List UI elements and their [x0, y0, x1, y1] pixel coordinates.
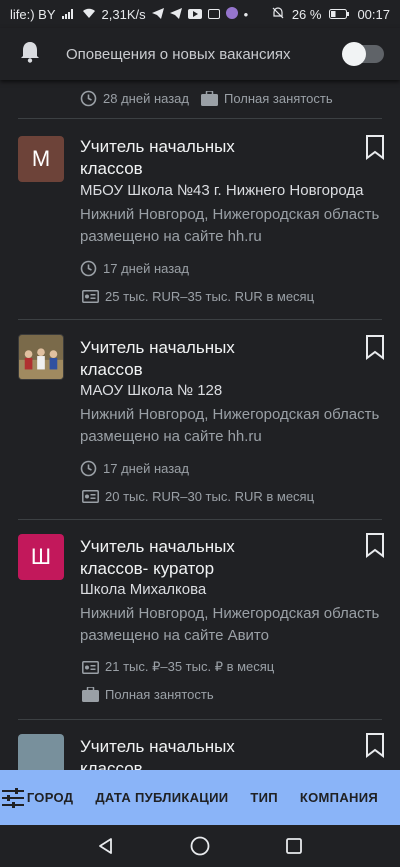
filter-city[interactable]: ГОРОД	[27, 790, 74, 805]
signal-icon	[61, 7, 76, 22]
salary: 20 тыс. RUR–30 тыс. RUR в месяц	[105, 489, 315, 504]
company-logo: М	[18, 136, 64, 182]
previous-item-meta: 28 дней назад Полная занятость	[80, 90, 333, 107]
posted-date: 17 дней назад	[103, 261, 189, 276]
posted-row: 17 дней назад	[80, 460, 189, 477]
job-title[interactable]: Учитель начальных классов	[80, 136, 340, 180]
filter-company[interactable]: КОМПАНИЯ	[300, 790, 378, 805]
status-bar: life:) BY 2,31K/s • 26 % 00:17	[0, 0, 400, 28]
telegram-icon-2	[169, 7, 182, 22]
bell-icon	[20, 41, 40, 68]
clock-icon	[80, 90, 97, 107]
mute-icon	[272, 6, 284, 22]
job-source: размещено на сайте Авито	[80, 627, 269, 644]
job-title-line: Учитель начальных	[80, 537, 235, 556]
job-list[interactable]: 28 дней назад Полная занятость М Учитель…	[0, 80, 400, 770]
filter-type[interactable]: ТИП	[250, 790, 278, 805]
job-location: Нижний Новгород, Нижегородская область	[80, 605, 380, 622]
employment-type: Полная занятость	[105, 687, 214, 702]
job-title-line: классов	[80, 360, 143, 379]
money-icon	[82, 660, 99, 674]
employment-type: Полная занятость	[223, 91, 333, 106]
company-logo: Ш	[18, 534, 64, 580]
youtube-icon	[187, 7, 202, 22]
network-speed: 2,31K/s	[101, 6, 146, 22]
bookmark-icon[interactable]	[364, 732, 386, 758]
bookmark-icon[interactable]	[364, 134, 386, 160]
salary-row: 25 тыс. RUR–35 тыс. RUR в месяц	[82, 289, 314, 304]
back-icon[interactable]	[97, 837, 115, 855]
company-name: МАОУ Школа № 128	[80, 382, 223, 399]
job-title-line: классов	[80, 159, 143, 178]
posted-date: 17 дней назад	[103, 461, 189, 476]
wifi-icon	[82, 7, 96, 22]
job-alert-label: Оповещения о новых вакансиях	[66, 45, 291, 63]
job-source: размещено на сайте hh.ru	[80, 428, 262, 445]
job-alert-bar: Оповещения о новых вакансиях	[0, 28, 400, 80]
job-title-line: классов- куратор	[80, 559, 215, 578]
salary-row: 20 тыс. RUR–30 тыс. RUR в месяц	[82, 489, 314, 504]
filter-date[interactable]: ДАТА ПУБЛИКАЦИИ	[95, 790, 228, 805]
briefcase-icon	[200, 91, 218, 106]
battery-icon	[329, 7, 350, 22]
filter-bar: ГОРОД ДАТА ПУБЛИКАЦИИ ТИП КОМПАНИЯ	[0, 770, 400, 825]
recents-icon[interactable]	[285, 837, 303, 855]
salary: 21 тыс. ₽–35 тыс. ₽ в месяц	[105, 659, 275, 674]
job-title[interactable]: Учитель начальных классов- куратор	[80, 536, 340, 580]
job-title[interactable]: Учитель начальных классов	[80, 736, 340, 770]
system-nav-bar	[0, 825, 400, 867]
telegram-icon	[151, 7, 164, 22]
job-title-line: классов	[80, 759, 143, 770]
clock: 00:17	[357, 6, 390, 22]
job-location: Нижний Новгород, Нижегородская область	[80, 406, 380, 423]
battery-level: 26 %	[291, 6, 322, 22]
company-logo	[18, 734, 64, 770]
money-icon	[82, 290, 99, 303]
posted-date: 28 дней назад	[103, 91, 189, 106]
job-card[interactable]: Ш Учитель начальных классов- куратор Шко…	[0, 520, 400, 719]
job-card[interactable]: Учитель начальных классов	[0, 720, 400, 770]
bookmark-icon[interactable]	[364, 334, 386, 360]
home-icon[interactable]	[190, 836, 210, 856]
job-title-line: Учитель начальных	[80, 137, 235, 156]
job-title-line: Учитель начальных	[80, 338, 235, 357]
company-name: МБОУ Школа №43 г. Нижнего Новгорода	[80, 182, 364, 199]
briefcase-icon	[82, 687, 99, 702]
job-location: Нижний Новгород, Нижегородская область	[80, 206, 380, 223]
job-source: размещено на сайте hh.ru	[80, 228, 262, 245]
dot-icon: •	[243, 6, 249, 22]
job-title-line: Учитель начальных	[80, 737, 235, 756]
company-logo-photo	[18, 334, 64, 380]
job-card[interactable]: Учитель начальных классов МАОУ Школа № 1…	[0, 320, 400, 519]
carrier-label: life:) BY	[10, 6, 56, 22]
job-card[interactable]: М Учитель начальных классов МБОУ Школа №…	[0, 119, 400, 319]
clock-icon	[80, 260, 97, 277]
job-title[interactable]: Учитель начальных классов	[80, 337, 340, 381]
mail-icon	[207, 9, 220, 19]
employment-row: Полная занятость	[82, 687, 214, 702]
salary: 25 тыс. RUR–35 тыс. RUR в месяц	[105, 289, 315, 304]
toggle-knob	[342, 42, 366, 66]
posted-row: 17 дней назад	[80, 260, 189, 277]
job-alert-toggle[interactable]	[342, 42, 384, 66]
salary-row: 21 тыс. ₽–35 тыс. ₽ в месяц	[82, 659, 274, 675]
filter-settings-icon[interactable]	[0, 787, 27, 808]
money-icon	[82, 490, 99, 503]
app-icon	[225, 6, 238, 22]
clock-icon	[80, 460, 97, 477]
bookmark-icon[interactable]	[364, 532, 386, 558]
company-name: Школа Михалкова	[80, 581, 207, 598]
